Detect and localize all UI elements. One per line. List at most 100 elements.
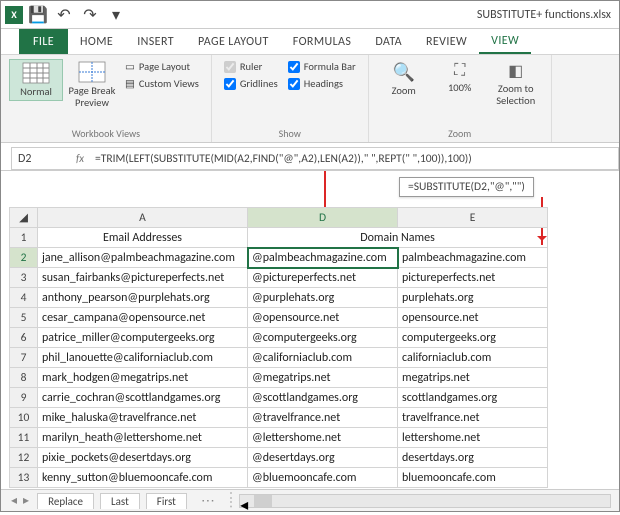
formula-input[interactable]: =TRIM(LEFT(SUBSTITUTE(MID(A2,FIND("@",A2… [89,147,619,170]
cell[interactable]: @palmbeachmagazine.com [248,248,398,268]
spreadsheet-grid[interactable]: ◢ A D E 1 Email Addresses Domain Names 2… [9,207,548,488]
group-label: Zoom [377,127,543,140]
cell[interactable]: anthony_pearson@purplehats.org [38,288,248,308]
row-header[interactable]: 7 [10,348,38,368]
cell[interactable]: Email Addresses [38,228,248,248]
page-layout-icon: ▭ [125,60,135,73]
group-label: Show [220,127,360,140]
window-title: SUBSTITUTE+ functions.xlsx [477,8,611,22]
row-header[interactable]: 4 [10,288,38,308]
formula-bar-checkbox[interactable]: Formula Bar [284,59,360,74]
gridlines-checkbox[interactable]: Gridlines [220,76,282,91]
ruler-checkbox[interactable]: Ruler [220,59,282,74]
floating-formula: =SUBSTITUTE(D2,"@","") [399,177,534,197]
row-header[interactable]: 10 [10,408,38,428]
tab-formulas[interactable]: FORMULAS [281,29,364,54]
cell[interactable]: patrice_miller@computergeeks.org [38,328,248,348]
row-header[interactable]: 9 [10,388,38,408]
row-header[interactable]: 3 [10,268,38,288]
row-header[interactable]: 11 [10,428,38,448]
horizontal-scrollbar[interactable]: ◂ [239,494,611,508]
name-box[interactable]: D2 [11,147,71,170]
row-header[interactable]: 1 [10,228,38,248]
cell[interactable]: susan_fairbanks@pictureperfects.net [38,268,248,288]
cell[interactable]: @scottlandgames.org [248,388,398,408]
redo-button[interactable]: ↷ [79,4,101,26]
zoom-selection-button[interactable]: ◧ Zoom to Selection [489,59,543,108]
group-workbook-views: Normal Page Break Preview ▭ Page Layout … [1,55,212,142]
zoom-100-button[interactable]: ⛶ 100% [433,59,487,96]
row-header[interactable]: 5 [10,308,38,328]
cell[interactable]: Domain Names [248,228,548,248]
cell[interactable]: @bluemooncafe.com [248,468,398,488]
cell[interactable]: travelfrance.net [398,408,548,428]
tab-insert[interactable]: INSERT [125,29,186,54]
cell[interactable]: palmbeachmagazine.com [398,248,548,268]
row-header[interactable]: 6 [10,328,38,348]
cell[interactable]: @pictureperfects.net [248,268,398,288]
cell[interactable]: marilyn_heath@lettershome.net [38,428,248,448]
cell[interactable]: californiaclub.com [398,348,548,368]
cell[interactable]: @travelfrance.net [248,408,398,428]
cell[interactable]: @lettershome.net [248,428,398,448]
cell[interactable]: cesar_campana@opensource.net [38,308,248,328]
zoom-button[interactable]: 🔍 Zoom [377,59,431,99]
row-header[interactable]: 13 [10,468,38,488]
save-button[interactable]: 💾 [27,4,49,26]
cell[interactable]: @megatrips.net [248,368,398,388]
sheet-nav[interactable]: ◂▸ [9,493,31,508]
page-break-preview-button[interactable]: Page Break Preview [65,59,119,110]
cell[interactable]: @californiaclub.com [248,348,398,368]
undo-button[interactable]: ↶ [53,4,75,26]
row-header[interactable]: 12 [10,448,38,468]
group-zoom: 🔍 Zoom ⛶ 100% ◧ Zoom to Selection Zoom [369,55,552,142]
col-header-E[interactable]: E [398,208,548,228]
headings-checkbox[interactable]: Headings [284,76,360,91]
sheet-tab-first[interactable]: First [146,493,187,509]
cell[interactable]: jane_allison@palmbeachmagazine.com [38,248,248,268]
cell[interactable]: computergeeks.org [398,328,548,348]
cell[interactable]: purplehats.org [398,288,548,308]
col-header-D[interactable]: D [248,208,398,228]
page-layout-button[interactable]: ▭ Page Layout [121,59,203,74]
normal-view-button[interactable]: Normal [9,59,63,101]
col-header-A[interactable]: A [38,208,248,228]
cell[interactable]: bluemooncafe.com [398,468,548,488]
row-header[interactable]: 2 [10,248,38,268]
formula-bar: D2 fx =TRIM(LEFT(SUBSTITUTE(MID(A2,FIND(… [1,147,619,171]
tab-view[interactable]: VIEW [479,29,531,54]
fx-button[interactable]: fx [71,147,89,170]
cell[interactable]: @opensource.net [248,308,398,328]
cell[interactable]: @desertdays.org [248,448,398,468]
cell[interactable]: phil_lanouette@californiaclub.com [38,348,248,368]
group-show: Ruler Gridlines Formula Bar Headings Sho… [212,55,369,142]
cell[interactable]: @purplehats.org [248,288,398,308]
sheet-tab-last[interactable]: Last [100,493,140,509]
tab-page-layout[interactable]: PAGE LAYOUT [186,29,281,54]
cell[interactable]: carrie_cochran@scottlandgames.org [38,388,248,408]
tab-data[interactable]: DATA [363,29,414,54]
cell[interactable]: kenny_sutton@bluemooncafe.com [38,468,248,488]
normal-view-icon [22,62,50,84]
cell[interactable]: scottlandgames.org [398,388,548,408]
excel-icon: X [5,6,23,24]
cell[interactable]: megatrips.net [398,368,548,388]
tab-file[interactable]: FILE [19,29,68,54]
cell[interactable]: pixie_pockets@desertdays.org [38,448,248,468]
select-all-corner[interactable]: ◢ [10,208,38,228]
sheet-tab-replace[interactable]: Replace [37,493,94,509]
cell[interactable]: mike_haluska@travelfrance.net [38,408,248,428]
tab-review[interactable]: REVIEW [414,29,479,54]
cell[interactable]: desertdays.org [398,448,548,468]
custom-views-button[interactable]: ▤ Custom Views [121,76,203,91]
cell[interactable]: opensource.net [398,308,548,328]
cell[interactable]: pictureperfects.net [398,268,548,288]
row-header[interactable]: 8 [10,368,38,388]
more-tabs-icon[interactable]: ⋯ [193,492,223,509]
cell[interactable]: mark_hodgen@megatrips.net [38,368,248,388]
tab-home[interactable]: HOME [68,29,125,54]
qat-dropdown[interactable]: ▾ [105,4,127,26]
cell[interactable]: @computergeeks.org [248,328,398,348]
cell[interactable]: lettershome.net [398,428,548,448]
page-break-icon [78,61,106,83]
